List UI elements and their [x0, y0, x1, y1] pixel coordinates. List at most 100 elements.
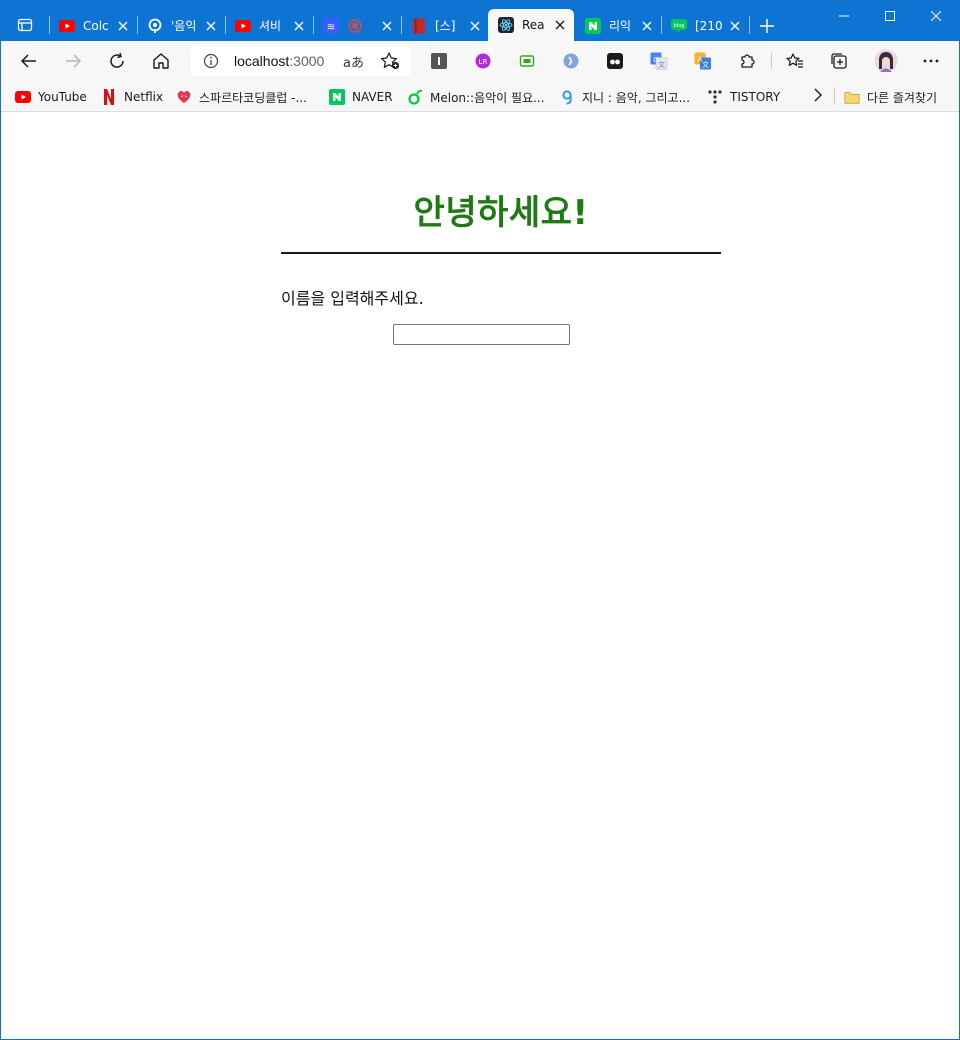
bookmark-label: 지니 : 음악, 그리고...: [582, 90, 691, 105]
tab-3[interactable]: ≋: [313, 10, 401, 41]
close-icon[interactable]: [203, 18, 219, 34]
minimize-icon: [839, 15, 849, 17]
melon-icon: [407, 89, 423, 105]
arrow-left-icon: [20, 54, 36, 68]
genie-icon: [559, 89, 575, 105]
profile-avatar[interactable]: [873, 48, 899, 74]
more-menu-icon[interactable]: [921, 51, 941, 71]
bookmark-naver[interactable]: NAVER: [329, 86, 393, 108]
bookmark-genie[interactable]: 지니 : 음악, 그리고...: [559, 86, 690, 108]
extensions-puzzle-icon[interactable]: [737, 51, 757, 71]
tab-2[interactable]: 셔비: [225, 10, 313, 41]
extension-purple-icon[interactable]: LR: [473, 51, 493, 71]
bookmarks-separator: [834, 87, 835, 105]
tab-6[interactable]: 리익: [575, 10, 661, 41]
url-host: localhost: [234, 53, 290, 69]
folder-icon: [844, 89, 860, 105]
name-input[interactable]: [393, 324, 570, 345]
close-icon[interactable]: [727, 18, 743, 34]
refresh-icon: [110, 52, 124, 68]
netflix-icon: [101, 89, 117, 105]
tab-actions-icon: [17, 18, 33, 32]
bookmark-label: YouTube: [38, 90, 87, 104]
bookmark-youtube[interactable]: YouTube: [15, 86, 87, 108]
close-window-button[interactable]: [913, 1, 959, 31]
extension-blue-circle-icon[interactable]: [561, 51, 581, 71]
google-translate-icon[interactable]: G文: [649, 51, 669, 71]
tab-actions-button[interactable]: [7, 9, 43, 41]
close-icon[interactable]: [467, 18, 483, 34]
home-button[interactable]: [145, 45, 177, 77]
url-port: :3000: [289, 53, 325, 69]
collections-icon[interactable]: [829, 51, 849, 71]
svg-text:LR: LR: [479, 58, 488, 66]
bookmark-label: TISTORY: [730, 90, 781, 104]
tab-5-active[interactable]: Rea: [488, 9, 574, 41]
tistory-icon: [707, 89, 723, 105]
book-icon: [411, 18, 427, 34]
favorites-icon[interactable]: [785, 51, 805, 71]
svg-text:文: 文: [702, 60, 709, 69]
tab-4[interactable]: [스]: [401, 10, 489, 41]
read-aloud-button[interactable]: aあ: [343, 52, 364, 71]
refresh-button[interactable]: [101, 45, 133, 77]
address-bar[interactable]: localhost:3000 aあ: [191, 46, 411, 76]
naver-icon: [329, 89, 345, 105]
plus-icon: [760, 19, 774, 33]
tab-title: '음익: [171, 19, 197, 33]
tab-0[interactable]: Colc: [49, 10, 137, 41]
extension-green-icon[interactable]: [517, 51, 537, 71]
bookmark-melon[interactable]: Melon::음악이 필요...: [407, 86, 545, 108]
url-text[interactable]: localhost:3000: [234, 53, 324, 69]
forward-button[interactable]: [57, 45, 89, 77]
youtube-icon: [59, 18, 75, 34]
close-icon[interactable]: [552, 17, 568, 33]
tab-1[interactable]: '음익: [137, 10, 225, 41]
name-prompt-label: 이름을 입력해주세요.: [281, 289, 424, 308]
bookmark-label: Netflix: [124, 90, 164, 104]
info-icon[interactable]: [203, 53, 219, 73]
naver-icon: [585, 17, 601, 34]
add-favorite-icon[interactable]: [380, 52, 400, 74]
close-icon[interactable]: [291, 18, 307, 34]
tab-7[interactable]: blog [210: [661, 10, 749, 41]
maximize-icon: [885, 11, 895, 21]
page-title: 안녕하세요!: [413, 193, 589, 233]
tab-strip: Colc '음익 셔비 ≋ [스] Rea 리익 blog [210: [1, 1, 959, 41]
bookmark-sparta[interactable]: 스파르타코딩클럽 -...: [176, 86, 307, 108]
extension-dark-icon[interactable]: [605, 51, 625, 71]
tab-separator: [749, 10, 751, 41]
youtube-icon: [235, 18, 251, 34]
home-icon: [153, 53, 169, 69]
minimize-button[interactable]: [821, 1, 867, 31]
new-tab-button[interactable]: [753, 13, 781, 39]
other-favorites-folder[interactable]: 다른 즐겨찾기: [844, 86, 937, 108]
react-icon: [498, 17, 514, 33]
tab-title: 리익: [609, 19, 632, 33]
close-icon[interactable]: [115, 18, 131, 34]
extension-i-icon[interactable]: [429, 51, 449, 71]
genie-icon: [147, 18, 163, 34]
close-icon[interactable]: [379, 18, 395, 34]
page-content: 안녕하세요! 이름을 입력해주세요.: [1, 113, 959, 1039]
bookmarks-overflow-button[interactable]: [811, 87, 825, 107]
back-button[interactable]: [13, 45, 45, 77]
bookmark-label: 스파르타코딩클럽 -...: [199, 90, 307, 105]
translate-alt-icon[interactable]: A文: [693, 51, 713, 71]
record-icon: [347, 18, 363, 34]
bookmark-label: NAVER: [352, 90, 393, 104]
browser-window: Colc '음익 셔비 ≋ [스] Rea 리익 blog [210 local…: [0, 0, 960, 1040]
youtube-icon: [15, 89, 31, 105]
svg-text:文: 文: [658, 60, 665, 69]
heading-divider: [281, 252, 721, 254]
maximize-button[interactable]: [867, 1, 913, 31]
bookmark-netflix[interactable]: Netflix: [101, 86, 163, 108]
bookmark-tistory[interactable]: TISTORY: [707, 86, 780, 108]
arrow-right-icon: [66, 54, 82, 68]
bookmark-label: Melon::음악이 필요...: [430, 90, 545, 105]
blog-icon: blog: [671, 18, 687, 34]
extension-tab-icon: ≋: [323, 17, 339, 34]
tab-title: [210: [695, 18, 723, 33]
svg-text:blog: blog: [674, 23, 685, 29]
close-icon[interactable]: [639, 18, 655, 34]
